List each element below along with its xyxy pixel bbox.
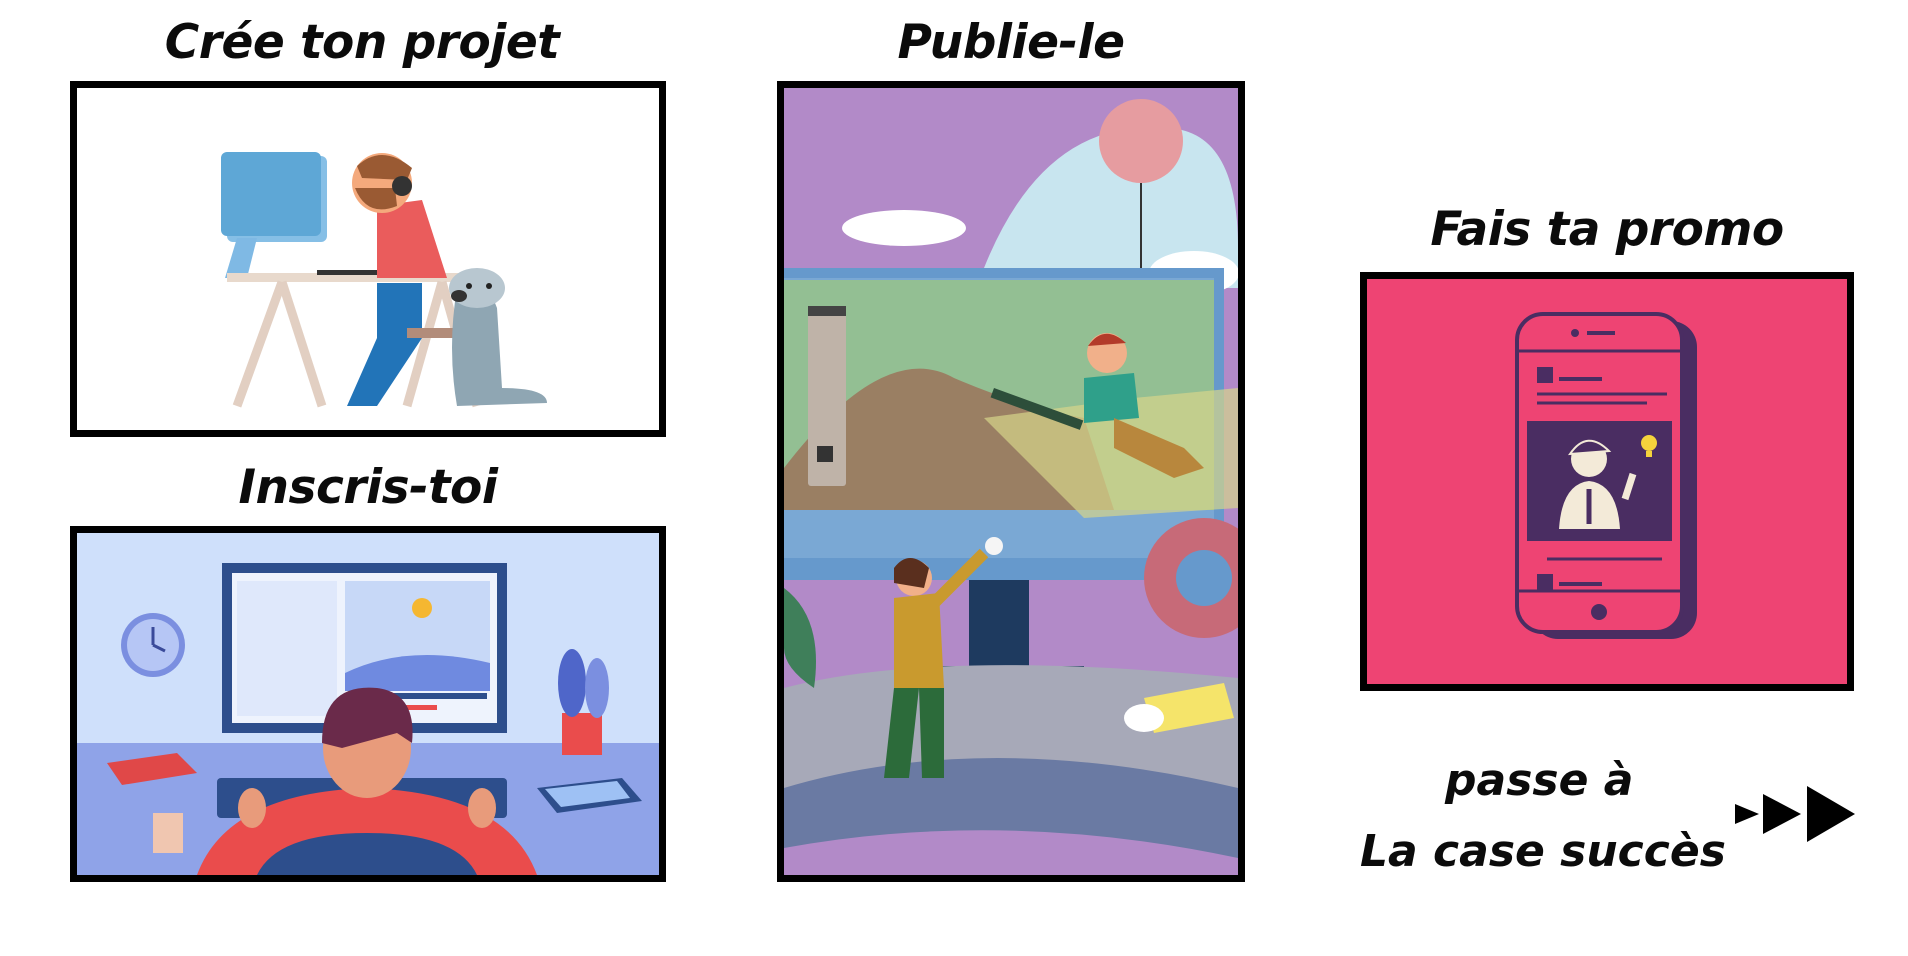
person-at-computer-illustration — [77, 533, 659, 875]
promo-panel — [1360, 272, 1854, 691]
phone-with-idea-post-illustration — [1367, 279, 1847, 684]
triple-play-arrow-icon[interactable] — [1735, 786, 1855, 842]
step-title-signup: Inscris-toi — [238, 460, 498, 515]
designer-at-desk-illustration — [77, 88, 659, 430]
publish-panel — [777, 81, 1245, 882]
cta-line-1: passe à — [1445, 755, 1634, 806]
cta-line-2: La case succès — [1360, 826, 1726, 877]
step-title-promo: Fais ta promo — [1430, 202, 1784, 257]
designer-drawing-on-screen-illustration — [784, 88, 1238, 875]
step-title-publish: Publie-le — [897, 15, 1125, 70]
signup-panel — [70, 526, 666, 882]
step-title-create: Crée ton projet — [164, 15, 560, 70]
create-project-panel — [70, 81, 666, 437]
